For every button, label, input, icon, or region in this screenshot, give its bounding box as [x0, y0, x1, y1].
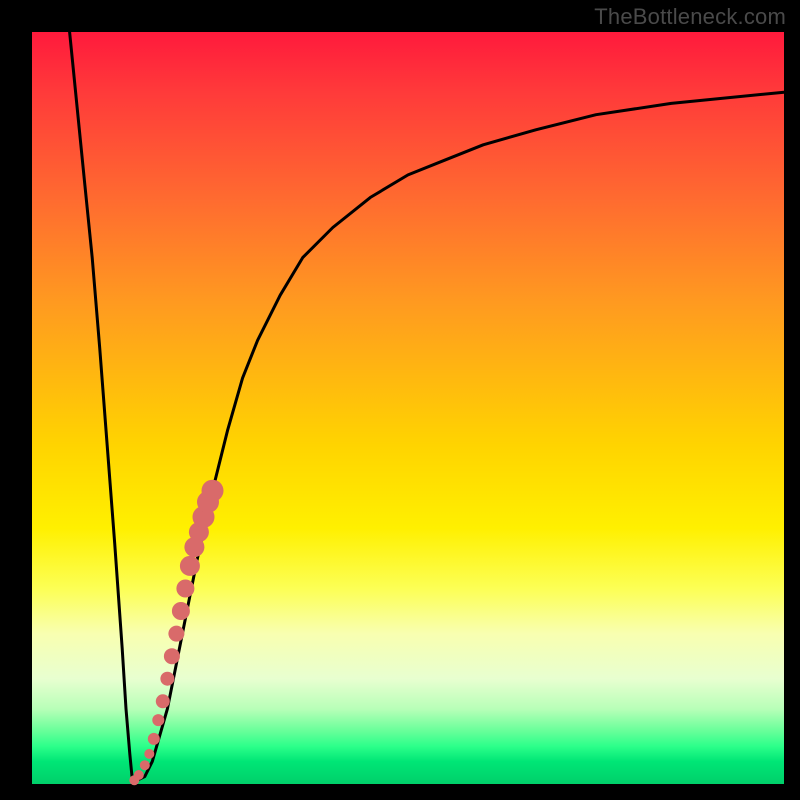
sample-dot — [144, 749, 154, 759]
sample-dot — [176, 580, 194, 598]
sample-dot — [148, 733, 160, 745]
sample-dot — [134, 770, 144, 780]
sample-dot — [180, 556, 200, 576]
sample-dots — [129, 480, 223, 786]
sample-dot — [140, 760, 150, 770]
bottleneck-curve — [70, 32, 784, 780]
sample-dot — [156, 694, 170, 708]
sample-dot — [202, 480, 224, 502]
sample-dot — [164, 648, 180, 664]
watermark-text: TheBottleneck.com — [594, 4, 786, 30]
sample-dot — [172, 602, 190, 620]
sample-dot — [160, 672, 174, 686]
sample-dot — [152, 714, 164, 726]
chart-overlay — [32, 32, 784, 784]
chart-frame: TheBottleneck.com — [0, 0, 800, 800]
sample-dot — [168, 626, 184, 642]
